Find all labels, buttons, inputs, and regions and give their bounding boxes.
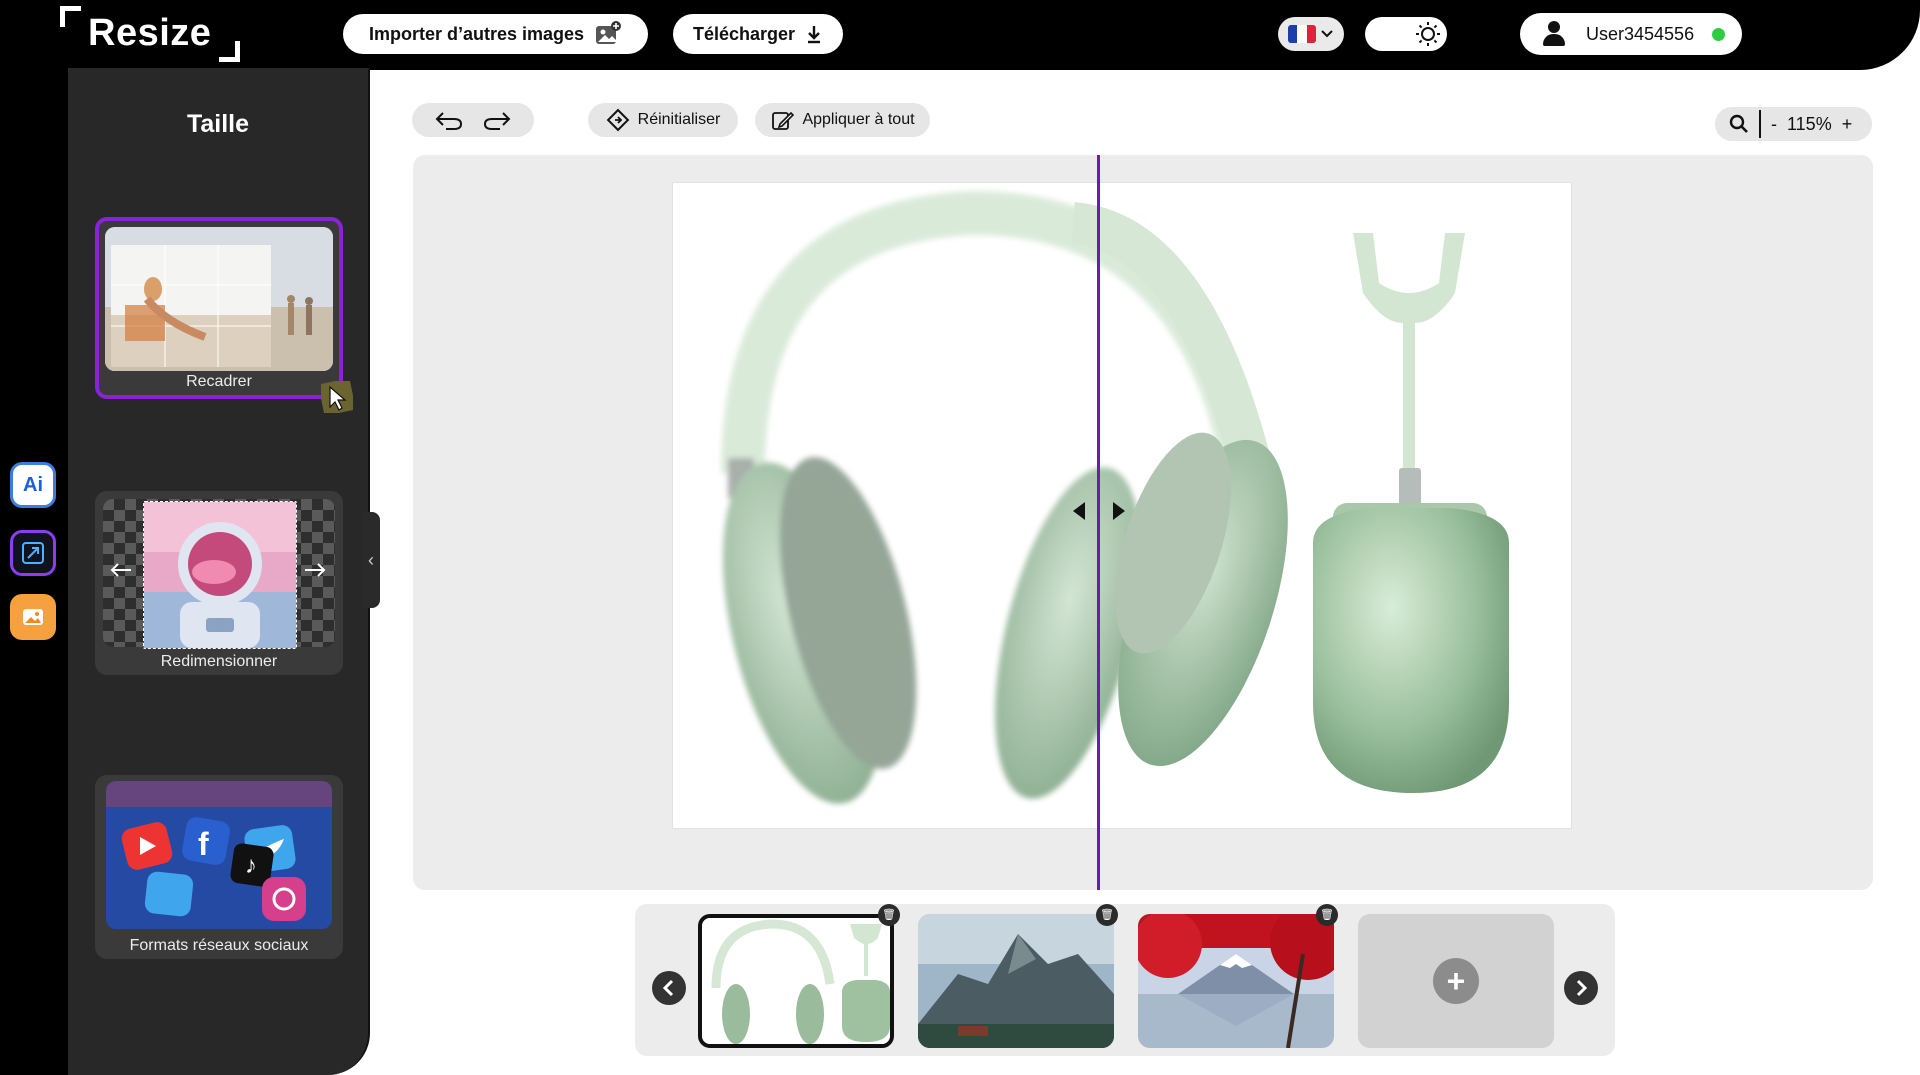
- delete-image-button[interactable]: 🗑: [878, 904, 900, 926]
- delete-image-button[interactable]: 🗑: [1316, 904, 1338, 926]
- chevron-left-icon: [662, 979, 674, 997]
- apply-to-all-button[interactable]: Appliquer à tout: [755, 103, 930, 137]
- zoom-divider: [1759, 110, 1761, 138]
- filmstrip-thumb-fuji[interactable]: [1138, 914, 1334, 1048]
- tool-card-social-formats[interactable]: f ♪ Formats réseaux sociaux: [95, 775, 343, 959]
- logo[interactable]: Resize: [60, 6, 240, 62]
- filmstrip-thumb-mountain[interactable]: [918, 914, 1114, 1048]
- online-status-dot: [1712, 27, 1726, 41]
- trash-icon: 🗑: [882, 909, 896, 921]
- arrow-left-icon: [110, 563, 131, 577]
- undo-icon[interactable]: [434, 109, 464, 131]
- sun-icon: [1416, 22, 1440, 46]
- logo-corner-top-left: [60, 6, 81, 27]
- import-images-label: Importer d’autres images: [368, 23, 585, 44]
- filmstrip-thumb-headphones[interactable]: [698, 914, 894, 1048]
- cursor-pointer-icon: [321, 381, 353, 413]
- language-selector[interactable]: [1278, 17, 1344, 51]
- reset-button[interactable]: Réinitialiser: [588, 103, 738, 137]
- arrow-right-icon: [305, 563, 326, 577]
- download-button[interactable]: Télécharger: [673, 14, 843, 54]
- ai-app-icon[interactable]: Ai: [10, 462, 56, 508]
- resize-arrow-icon: [22, 542, 44, 564]
- zoom-in-button[interactable]: +: [1842, 114, 1853, 135]
- trash-icon: 🗑: [1100, 909, 1114, 921]
- panel-title: Taille: [186, 110, 250, 138]
- reset-icon: [606, 108, 629, 132]
- tool-card-resize-label: Redimensionner: [160, 653, 278, 670]
- filmstrip-next-button[interactable]: [1564, 971, 1598, 1005]
- beach-photo-icon: [105, 227, 333, 371]
- resize-app-icon[interactable]: [10, 530, 56, 576]
- zoom-level: 115%: [1787, 113, 1832, 134]
- photo-icon: [23, 609, 43, 625]
- svg-text:♪: ♪: [245, 852, 257, 879]
- french-flag-icon: [1288, 25, 1316, 43]
- comparison-slider-handle[interactable]: [1071, 500, 1127, 524]
- chevron-left-icon: ‹: [368, 550, 374, 570]
- fuji-thumbnail: [1138, 914, 1334, 1048]
- astronaut-preview-image: [143, 501, 297, 649]
- tool-card-crop[interactable]: Recadrer: [95, 217, 353, 413]
- svg-text:f: f: [198, 826, 209, 862]
- theme-toggle[interactable]: [1365, 17, 1447, 51]
- add-image-button[interactable]: +: [1433, 958, 1479, 1004]
- redo-icon[interactable]: [482, 109, 512, 131]
- tool-card-crop-label: Recadrer: [186, 373, 252, 390]
- social-icons-preview-image: f ♪: [106, 781, 332, 929]
- ai-app-label: Ai: [23, 473, 43, 496]
- headphones-thumbnail: [702, 918, 890, 1044]
- image-add-icon: [596, 21, 622, 44]
- user-menu[interactable]: User3454556: [1520, 13, 1742, 55]
- import-images-button[interactable]: Importer d’autres images: [343, 14, 648, 54]
- edit-document-icon: [772, 111, 795, 130]
- collapse-panel-toggle[interactable]: ‹: [362, 512, 380, 608]
- add-image-tile[interactable]: +: [1358, 914, 1554, 1048]
- mountain-thumbnail: [918, 914, 1114, 1048]
- zoom-control: - 115% +: [1715, 107, 1872, 141]
- logo-corner-bottom-right: [219, 41, 240, 62]
- delete-image-button[interactable]: 🗑: [1096, 904, 1118, 926]
- search-icon[interactable]: [1729, 114, 1749, 134]
- apply-to-all-label: Appliquer à tout: [802, 111, 915, 128]
- user-icon: [1542, 21, 1566, 47]
- reset-label: Réinitialiser: [637, 111, 721, 128]
- tool-card-social-formats-label: Formats réseaux sociaux: [129, 937, 309, 954]
- crop-preview-image: [105, 227, 333, 371]
- download-label: Télécharger: [692, 23, 796, 44]
- chevron-right-icon: [1576, 979, 1588, 997]
- user-name: User3454556: [1586, 23, 1695, 44]
- filmstrip-prev-button[interactable]: [652, 971, 686, 1005]
- image-app-icon[interactable]: [10, 594, 56, 640]
- tool-card-resize[interactable]: Redimensionner: [95, 491, 343, 675]
- download-icon: [808, 26, 821, 44]
- arrow-left-icon: [1073, 502, 1085, 520]
- chevron-down-icon: [1321, 30, 1333, 38]
- trash-icon: 🗑: [1320, 909, 1334, 921]
- arrow-right-icon: [1113, 502, 1125, 520]
- logo-text: Resize: [88, 12, 212, 54]
- zoom-out-button[interactable]: -: [1771, 114, 1777, 135]
- undo-redo-group: [412, 103, 534, 137]
